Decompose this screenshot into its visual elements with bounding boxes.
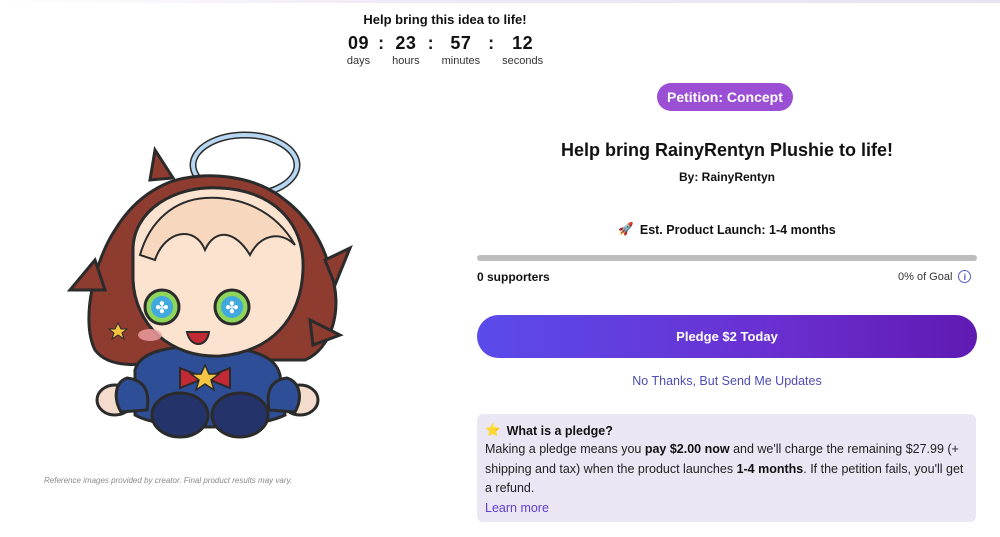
launch-estimate: 🚀 Est. Product Launch: 1-4 months [477, 222, 977, 237]
top-edge [0, 0, 1000, 3]
svg-text:✤: ✤ [155, 298, 168, 317]
launch-estimate-text: Est. Product Launch: 1-4 months [639, 222, 836, 237]
hours-value: 23 [395, 33, 417, 53]
countdown-minutes: 57 minutes [442, 33, 481, 67]
rocket-icon: 🚀 [618, 222, 634, 236]
hours-label: hours [392, 55, 420, 67]
star-icon: ⭐ [485, 423, 501, 437]
days-value: 09 [347, 33, 369, 53]
pledge-info-heading: What is a pledge? [506, 423, 613, 438]
progress-bar [477, 255, 977, 261]
pledge-text-amount: pay $2.00 now [644, 442, 730, 456]
countdown-hours: 23 hours [392, 33, 420, 67]
seconds-value: 12 [512, 33, 534, 53]
learn-more-link[interactable]: Learn more [485, 501, 549, 515]
countdown-separator: : [427, 33, 434, 53]
goal-percent: 0% of Goal i [898, 270, 972, 283]
countdown-separator: : [378, 33, 385, 53]
minutes-label: minutes [441, 55, 481, 67]
pledge-text-timeline: 1-4 months [736, 461, 804, 476]
pledge-text-1: Making a pledge means you [485, 442, 645, 456]
countdown-heading: Help bring this idea to life! [363, 12, 527, 27]
supporters-count: 0 supporters [477, 270, 550, 284]
countdown: Help bring this idea to life! 09 days : … [330, 12, 560, 67]
pledge-button[interactable]: Pledge $2 Today [477, 315, 977, 358]
info-icon[interactable]: i [958, 270, 972, 283]
plushie-reference-image: ✤ ✤ [66, 131, 353, 439]
image-disclaimer: Reference images provided by creator. Fi… [44, 476, 293, 485]
minutes-value: 57 [450, 33, 472, 53]
countdown-seconds: 12 seconds [502, 33, 543, 67]
no-thanks-link[interactable]: No Thanks, But Send Me Updates [477, 374, 977, 388]
countdown-timer: 09 days : 23 hours : 57 minutes : 12 sec… [330, 33, 560, 67]
creator-link[interactable]: By: RainyRentyn [477, 170, 977, 184]
svg-text:✤: ✤ [225, 298, 238, 317]
product-title: Help bring RainyRentyn Plushie to life! [560, 140, 894, 160]
goal-percent-text: 0% of Goal [898, 270, 953, 283]
pledge-info-box: ⭐ What is a pledge? Making a pledge mean… [477, 414, 976, 522]
countdown-days: 09 days [347, 33, 370, 67]
days-label: days [346, 55, 371, 67]
seconds-label: seconds [502, 55, 544, 67]
pledge-info-title: ⭐ What is a pledge? [485, 423, 968, 438]
status-badge: Petition: Concept [657, 83, 793, 111]
pledge-info-text: Making a pledge means you pay $2.00 now … [485, 440, 968, 499]
countdown-separator: : [488, 33, 495, 53]
